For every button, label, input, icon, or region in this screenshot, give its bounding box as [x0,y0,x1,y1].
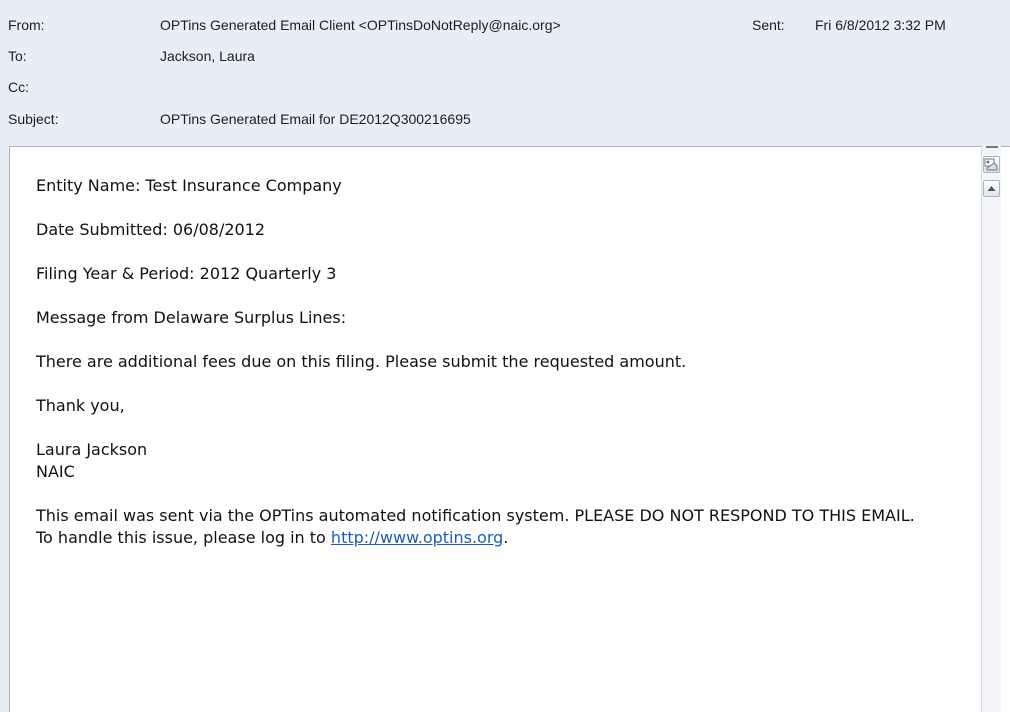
footer-period: . [503,528,509,547]
from-row: From: OPTins Generated Email Client <OPT… [0,14,1010,36]
to-label: To: [8,48,27,64]
cc-row: Cc: [0,76,1010,98]
optins-link[interactable]: http://www.optins.org [331,528,503,547]
subject-label: Subject: [8,111,59,127]
sent-label: Sent: [752,17,785,33]
from-value[interactable]: OPTins Generated Email Client <OPTinsDoN… [160,14,561,36]
message-body-content: Entity Name: Test Insurance Company Date… [36,175,966,571]
to-value[interactable]: Jackson, Laura [160,45,255,67]
email-window: From: OPTins Generated Email Client <OPT… [0,0,1010,712]
signature-org: NAIC [36,462,75,481]
vertical-scrollbar[interactable] [981,146,1001,712]
signature-name: Laura Jackson [36,440,148,459]
cc-label: Cc: [8,79,29,95]
subject-row: Subject: OPTins Generated Email for DE20… [0,108,1010,130]
entity-name-line: Entity Name: Test Insurance Company [36,176,342,195]
arrow-up-icon[interactable] [983,180,1000,197]
message-text: There are additional fees due on this fi… [36,352,687,371]
subject-value: OPTins Generated Email for DE2012Q300216… [160,111,471,127]
date-submitted-line: Date Submitted: 06/08/2012 [36,220,266,239]
message-from-line: Message from Delaware Surplus Lines: [36,308,347,327]
collapse-bar-icon[interactable] [986,146,998,148]
to-row: To: Jackson, Laura [0,45,1010,67]
filing-period-line: Filing Year & Period: 2012 Quarterly 3 [36,264,337,283]
signature: Laura Jackson NAIC [36,439,966,483]
sent-value: Fri 6/8/2012 3:32 PM [815,17,946,33]
from-label: From: [8,17,45,33]
message-body[interactable]: Entity Name: Test Insurance Company Date… [9,146,1010,712]
footer-notice: This email was sent via the OPTins autom… [36,505,936,549]
thanks-line: Thank you, [36,396,125,415]
people-pane-icon[interactable] [983,156,1000,173]
